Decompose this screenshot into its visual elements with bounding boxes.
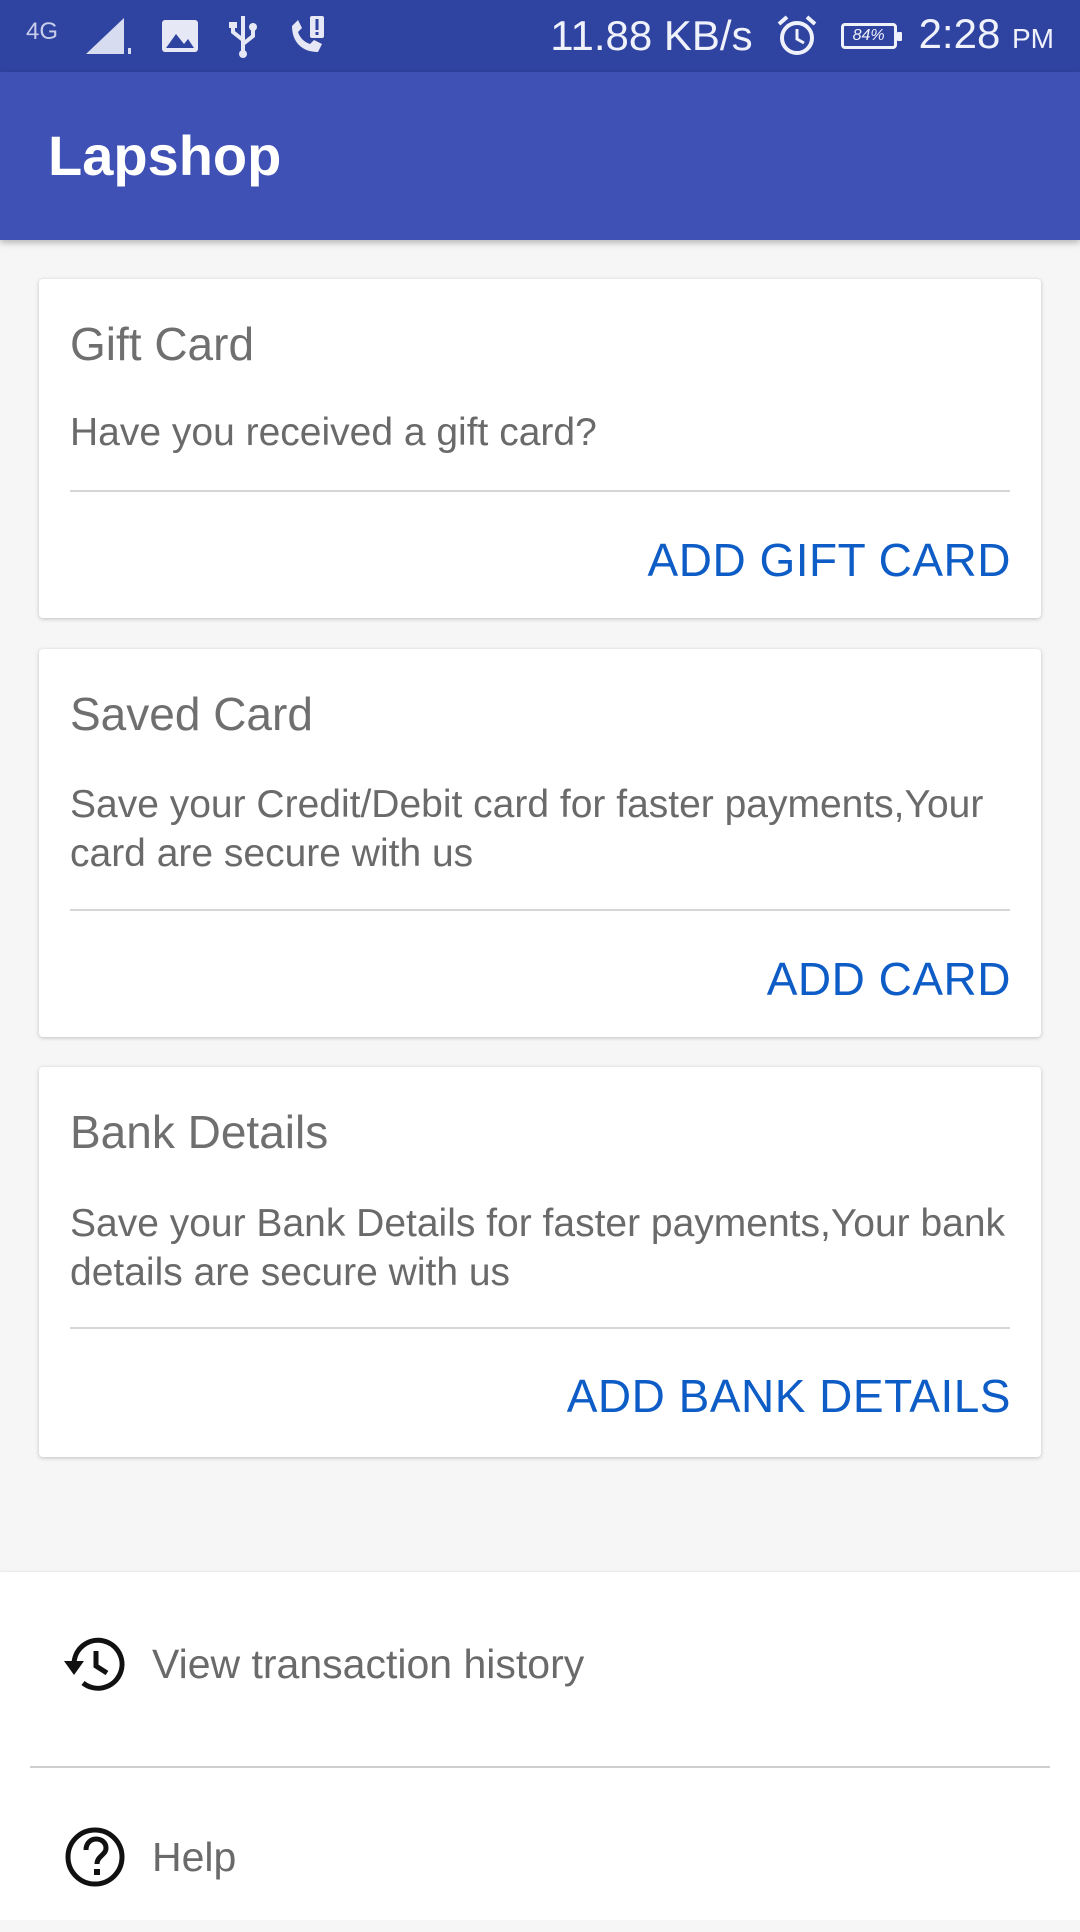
add-gift-card-button[interactable]: ADD GIFT CARD xyxy=(648,533,1011,587)
menu-divider xyxy=(30,1766,1050,1768)
add-card-button[interactable]: ADD CARD xyxy=(767,952,1011,1006)
usb-icon xyxy=(229,16,258,58)
alarm-icon xyxy=(777,15,816,55)
card-divider xyxy=(70,490,1010,492)
bottom-menu: View transaction history Help xyxy=(0,1572,1080,1920)
saved-card-card: Saved Card Save your Credit/Debit card f… xyxy=(39,649,1041,1037)
network-speed: 11.88 KB/s xyxy=(550,12,753,59)
card-description: Have you received a gift card? xyxy=(70,411,597,454)
clock-time: 2:28 xyxy=(918,9,1001,57)
add-bank-details-button[interactable]: ADD BANK DETAILS xyxy=(567,1369,1011,1423)
help-icon xyxy=(65,1827,125,1887)
network-type: 4G xyxy=(26,18,59,45)
app-bar: Lapshop xyxy=(0,72,1080,240)
image-icon xyxy=(162,20,199,52)
bank-details-card: Bank Details Save your Bank Details for … xyxy=(39,1067,1041,1457)
menu-item-label: Help xyxy=(152,1833,237,1880)
card-title: Saved Card xyxy=(70,688,313,740)
card-title: Gift Card xyxy=(70,318,255,370)
status-bar-right: 11.88 KB/s 84% 2:28 PM xyxy=(550,0,1054,72)
call-alert-icon xyxy=(292,16,325,52)
signal-icon xyxy=(86,18,132,54)
card-description: Save your Bank Details for faster paymen… xyxy=(70,1202,1006,1294)
app-title: Lapshop xyxy=(48,124,282,187)
status-bar-left: 4G xyxy=(26,0,330,72)
status-bar: 4G 11.88 KB/s 84% 2:28 PM xyxy=(0,0,1080,72)
card-description: Save your Credit/Debit card for faster p… xyxy=(70,783,984,875)
menu-item-help[interactable]: Help xyxy=(0,1782,1080,1932)
gift-card-card: Gift Card Have you received a gift card?… xyxy=(39,279,1041,618)
menu-item-transaction-history[interactable]: View transaction history xyxy=(0,1589,1080,1739)
card-title: Bank Details xyxy=(70,1106,329,1158)
card-divider xyxy=(70,909,1010,911)
menu-item-label: View transaction history xyxy=(152,1640,585,1687)
history-icon xyxy=(64,1637,125,1691)
clock-ampm: PM xyxy=(1012,22,1054,54)
battery-level: 84% xyxy=(852,27,885,44)
clock: 2:28 PM xyxy=(919,0,1054,75)
battery-icon: 84% xyxy=(840,23,902,49)
card-divider xyxy=(70,1327,1010,1329)
